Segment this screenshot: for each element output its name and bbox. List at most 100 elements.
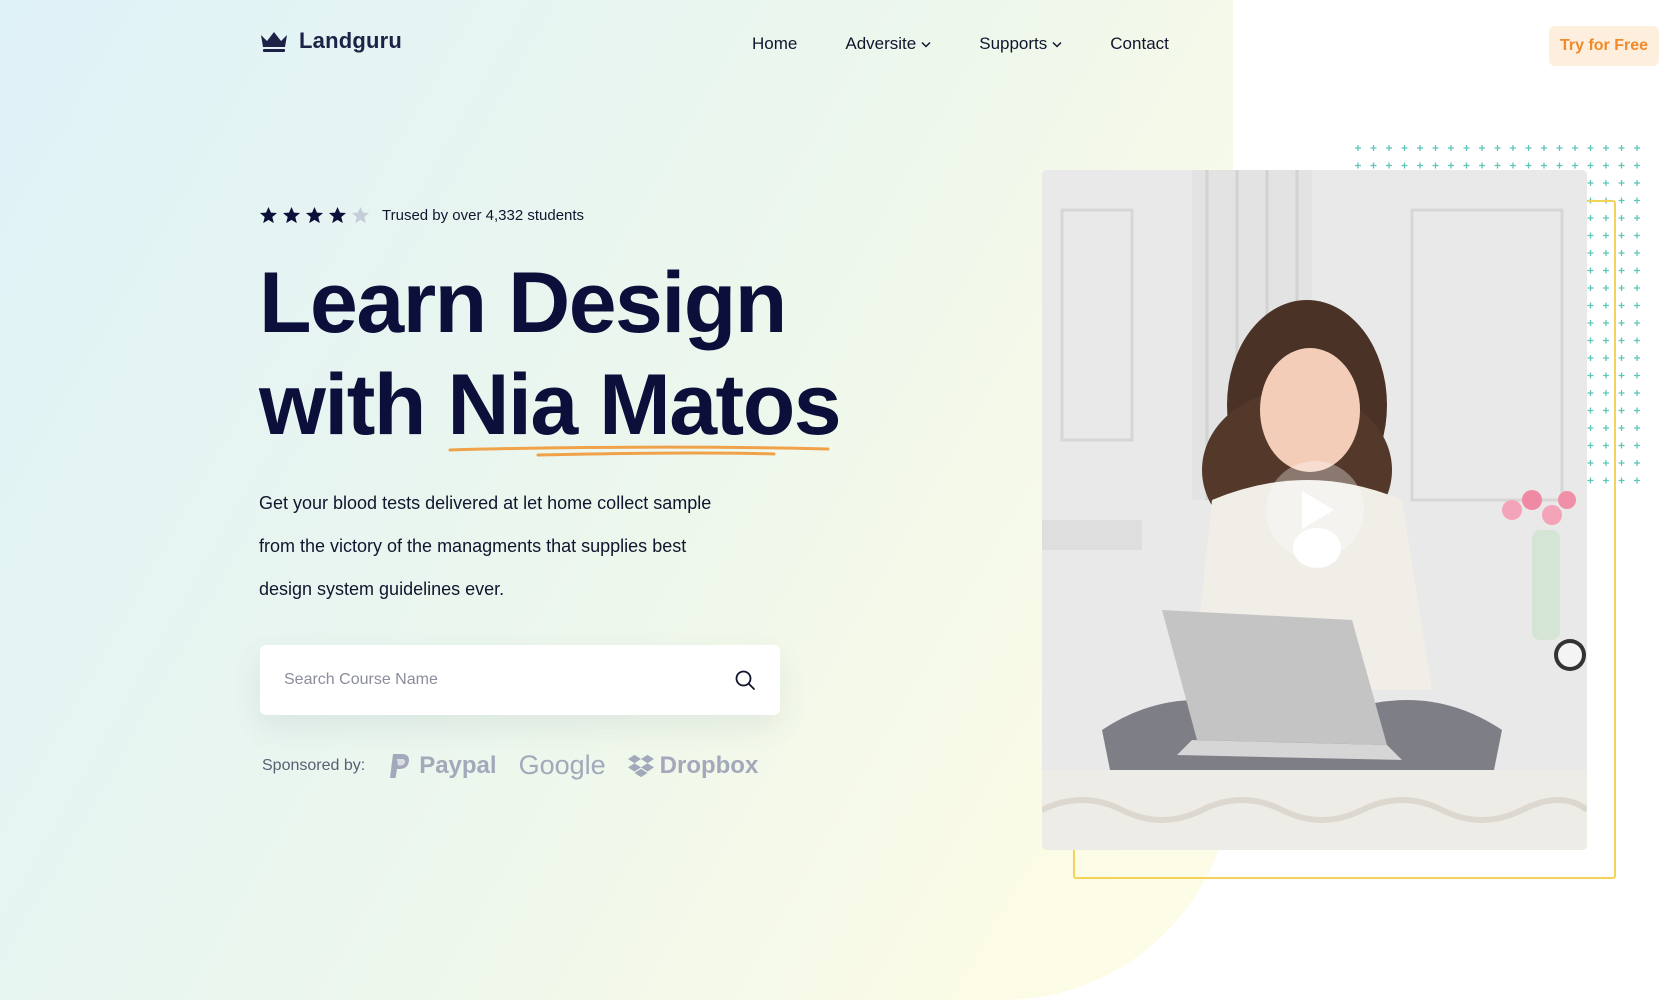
hero-title: Learn Design with Nia Matos [259, 252, 842, 456]
plus-dot [1634, 180, 1640, 186]
sponsor-paypal: Paypal [387, 751, 497, 780]
plus-dot [1634, 407, 1640, 414]
plus-dot [1618, 460, 1625, 466]
plus-dot [1370, 145, 1377, 151]
chevron-down-icon [1052, 41, 1062, 48]
try-for-free-button[interactable]: Try for Free [1549, 26, 1659, 66]
nav-item-label: Contact [1110, 34, 1169, 53]
plus-dot [1417, 145, 1423, 151]
search-icon[interactable] [734, 669, 756, 691]
play-video-button[interactable] [1266, 461, 1364, 559]
star-rating [259, 206, 370, 225]
description-line: Get your blood tests delivered at let ho… [259, 493, 712, 513]
plus-dot [1618, 477, 1625, 484]
plus-dot [1556, 162, 1563, 169]
plus-dot [1603, 145, 1609, 151]
plus-dot [1603, 162, 1609, 169]
hero-title-highlight: Nia Matos [447, 357, 841, 453]
plus-dot [1618, 145, 1625, 151]
plus-dot [1525, 162, 1532, 169]
plus-dot [1432, 162, 1439, 169]
plus-dot [1618, 197, 1625, 204]
plus-dot [1479, 145, 1485, 151]
plus-dot [1556, 145, 1563, 151]
nav-item-adversite[interactable]: Adversite [845, 34, 931, 54]
hero-description: Get your blood tests delivered at let ho… [259, 482, 779, 611]
logo[interactable]: Landguru [259, 28, 402, 54]
description-line: design system guidelines ever. [259, 579, 505, 599]
star-filled-icon [305, 206, 324, 224]
search-input[interactable] [284, 671, 734, 689]
dropbox-icon [627, 754, 654, 777]
plus-dot [1463, 145, 1470, 151]
plus-dot [1634, 285, 1640, 291]
plus-dot [1618, 390, 1625, 396]
plus-dot [1572, 145, 1578, 151]
plus-dot [1386, 145, 1392, 151]
hero-title-prefix: with [259, 357, 448, 453]
plus-dot [1386, 162, 1392, 169]
nav-item-label: Adversite [845, 34, 917, 53]
plus-dot [1401, 162, 1408, 169]
play-icon [1302, 491, 1334, 529]
plus-dot [1572, 162, 1578, 169]
plus-dot [1510, 162, 1516, 169]
nav-item-label: Home [752, 34, 798, 53]
chevron-down-icon [921, 41, 931, 48]
plus-dot [1618, 267, 1625, 274]
plus-dot [1432, 145, 1439, 151]
star-filled-icon [328, 206, 347, 224]
plus-dot [1618, 355, 1625, 361]
plus-dot [1587, 162, 1594, 169]
sponsor-name: Dropbox [659, 751, 759, 779]
main-nav: Home Adversite Supports Contact [752, 34, 1169, 54]
crown-icon [261, 32, 287, 52]
star-empty-icon [351, 206, 370, 224]
plus-dot [1634, 320, 1640, 326]
star-filled-icon [259, 206, 278, 224]
sponsor-label: Sponsored by: [262, 756, 366, 774]
rating-text: Trused by over 4,332 students [382, 207, 585, 224]
plus-dot [1618, 442, 1625, 449]
plus-dot [1587, 145, 1594, 151]
nav-item-home[interactable]: Home [752, 34, 797, 54]
sponsor-name: Paypal [419, 751, 497, 779]
rating: Trused by over 4,332 students [259, 206, 584, 225]
plus-dot [1510, 145, 1516, 151]
plus-dot [1448, 162, 1454, 169]
nav-item-label: Supports [979, 34, 1048, 53]
plus-dot [1634, 215, 1640, 221]
plus-dot [1587, 180, 1594, 186]
plus-dot [1618, 162, 1625, 169]
plus-dot [1525, 145, 1532, 151]
star-filled-icon [282, 206, 301, 224]
description-line: from the victory of the managments that … [259, 536, 687, 556]
plus-dot [1618, 302, 1625, 309]
paypal-icon [390, 753, 410, 778]
plus-dot [1494, 162, 1501, 169]
plus-dot [1634, 337, 1640, 344]
plus-dot [1634, 232, 1640, 239]
plus-dot [1618, 232, 1625, 239]
plus-dot [1634, 425, 1640, 431]
course-search-box [260, 645, 780, 715]
plus-dot [1618, 215, 1625, 221]
landing-page: Landguru Home Adversite Supports Contact… [0, 0, 1660, 1000]
plus-dot [1541, 162, 1547, 169]
plus-dot [1618, 250, 1625, 256]
nav-item-contact[interactable]: Contact [1110, 34, 1169, 54]
plus-dot [1618, 372, 1625, 379]
nav-item-supports[interactable]: Supports [979, 34, 1062, 54]
plus-dot [1634, 390, 1640, 396]
plus-dot [1370, 162, 1377, 169]
plus-dot [1634, 355, 1640, 361]
sponsor-name: Google [518, 750, 606, 780]
logo-text: Landguru [299, 28, 403, 53]
plus-dot [1634, 267, 1640, 274]
plus-dot [1634, 145, 1640, 151]
plus-dot [1463, 162, 1470, 169]
brush-underline [448, 445, 830, 457]
plus-dot [1634, 372, 1640, 379]
plus-dot [1618, 320, 1625, 326]
plus-dot [1634, 250, 1640, 256]
